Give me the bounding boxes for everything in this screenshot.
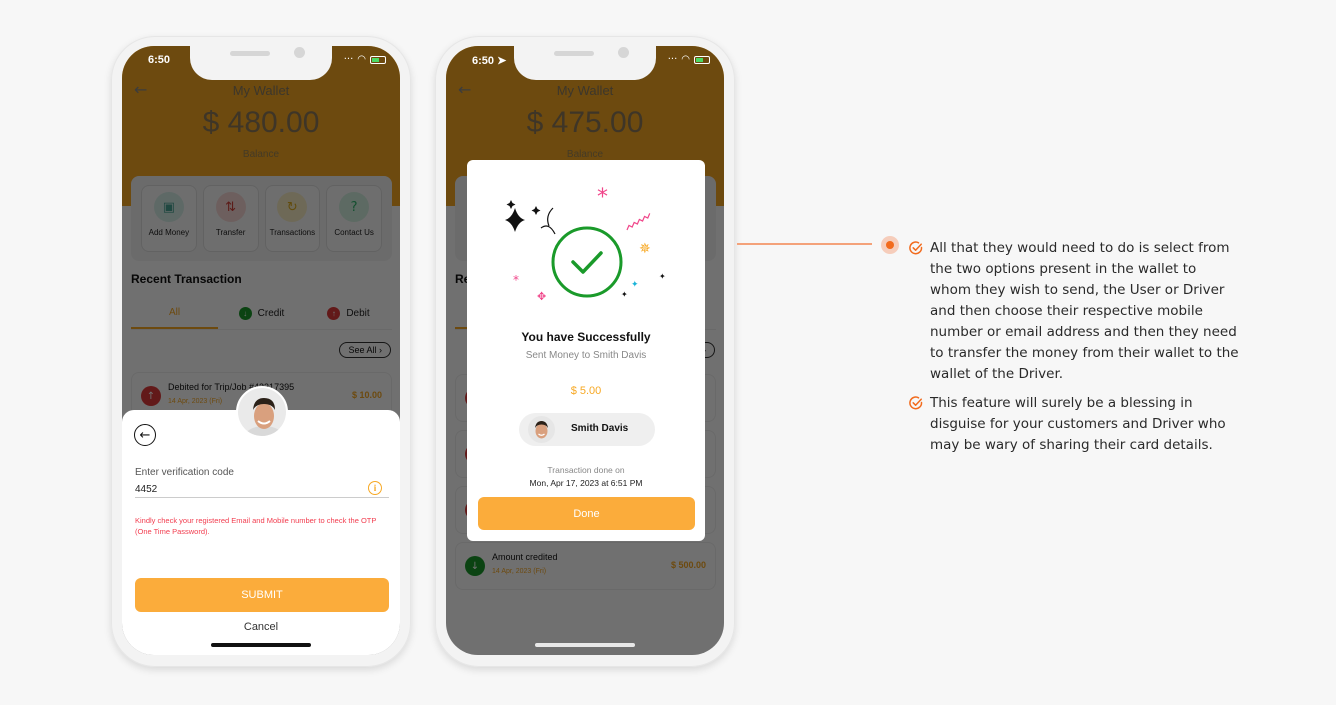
status-icons: ··· ◠ xyxy=(344,54,386,65)
asterisk-decoration: * xyxy=(597,185,608,210)
recipient-name: Smith Davis xyxy=(571,423,629,434)
svg-text:✦: ✦ xyxy=(631,280,639,290)
battery-icon xyxy=(694,55,710,64)
connector-line xyxy=(737,243,872,245)
transaction-done-label: Transaction done on xyxy=(547,465,625,475)
check-circle-icon xyxy=(909,241,923,255)
verification-code-input[interactable] xyxy=(135,481,389,498)
back-circle-icon[interactable]: ← xyxy=(134,424,156,446)
signal-icon: ··· xyxy=(343,54,354,65)
submit-button[interactable]: SUBMIT xyxy=(135,578,389,612)
bullet-text: All that they would need to do is select… xyxy=(930,240,1239,382)
status-time: 6:50 xyxy=(148,54,171,66)
phone-notch xyxy=(514,46,656,80)
transaction-date: Mon, Apr 17, 2023 at 6:51 PM xyxy=(529,478,643,488)
feature-bullet: This feature will surely be a blessing i… xyxy=(909,393,1239,456)
phone-mockup-verification: 6:50 ··· ◠ ← My Wallet $ 480.00 Balance … xyxy=(111,36,411,667)
battery-icon xyxy=(370,55,386,64)
phone-mockup-success: 6:50 ➤ ··· ◠ ← My Wallet $ 475.00 Balanc… xyxy=(435,36,735,667)
svg-text:✦: ✦ xyxy=(659,272,666,281)
feature-bullet: All that they would need to do is select… xyxy=(909,238,1239,385)
avatar xyxy=(528,416,555,443)
done-button[interactable]: Done xyxy=(478,497,695,530)
verification-code-label: Enter verification code xyxy=(135,467,234,478)
recipient-chip: Smith Davis xyxy=(519,413,655,446)
cancel-button[interactable]: Cancel xyxy=(122,621,400,633)
info-icon[interactable]: i xyxy=(368,481,382,495)
wifi-icon: ◠ xyxy=(681,54,690,65)
home-indicator xyxy=(211,643,311,647)
success-subtitle: Sent Money to Smith Davis xyxy=(525,350,647,361)
location-arrow-icon: ➤ xyxy=(497,55,507,67)
success-modal: * ✵ * ✥ ✦ ✦ ✦ You have Successfully Sent… xyxy=(467,160,705,541)
home-indicator xyxy=(535,643,635,647)
sparkle-large xyxy=(505,208,525,232)
wifi-icon: ◠ xyxy=(357,54,366,65)
svg-text:✦: ✦ xyxy=(621,290,628,299)
check-circle-icon xyxy=(909,396,923,410)
bullet-text: This feature will surely be a blessing i… xyxy=(930,395,1226,453)
success-title: You have Successfully xyxy=(521,330,651,344)
phone-screen: 6:50 ··· ◠ ← My Wallet $ 480.00 Balance … xyxy=(122,46,400,655)
feature-description: All that they would need to do is select… xyxy=(909,238,1239,464)
phone-notch xyxy=(190,46,332,80)
status-time: 6:50 ➤ xyxy=(472,54,506,67)
status-time-text: 6:50 xyxy=(472,55,495,67)
burst-decoration: ✵ xyxy=(639,241,651,257)
signal-icon: ··· xyxy=(667,54,678,65)
squiggle-decoration xyxy=(626,213,651,231)
sparkle-small xyxy=(531,206,541,215)
callout-marker xyxy=(881,236,899,254)
svg-text:*: * xyxy=(513,273,519,287)
phone-screen: 6:50 ➤ ··· ◠ ← My Wallet $ 475.00 Balanc… xyxy=(446,46,724,655)
svg-text:✥: ✥ xyxy=(537,290,546,303)
avatar xyxy=(236,386,288,438)
success-illustration: * ✵ * ✥ ✦ ✦ ✦ xyxy=(505,185,666,303)
success-circle xyxy=(551,226,623,298)
transfer-amount: $ 5.00 xyxy=(570,385,602,397)
status-icons: ··· ◠ xyxy=(668,54,710,65)
checkmark-icon xyxy=(571,251,603,274)
otp-warning-text: Kindly check your registered Email and M… xyxy=(135,516,377,536)
sparkle-small xyxy=(506,200,516,209)
verification-sheet: ← Enter verification code i Kindly check… xyxy=(122,386,400,655)
